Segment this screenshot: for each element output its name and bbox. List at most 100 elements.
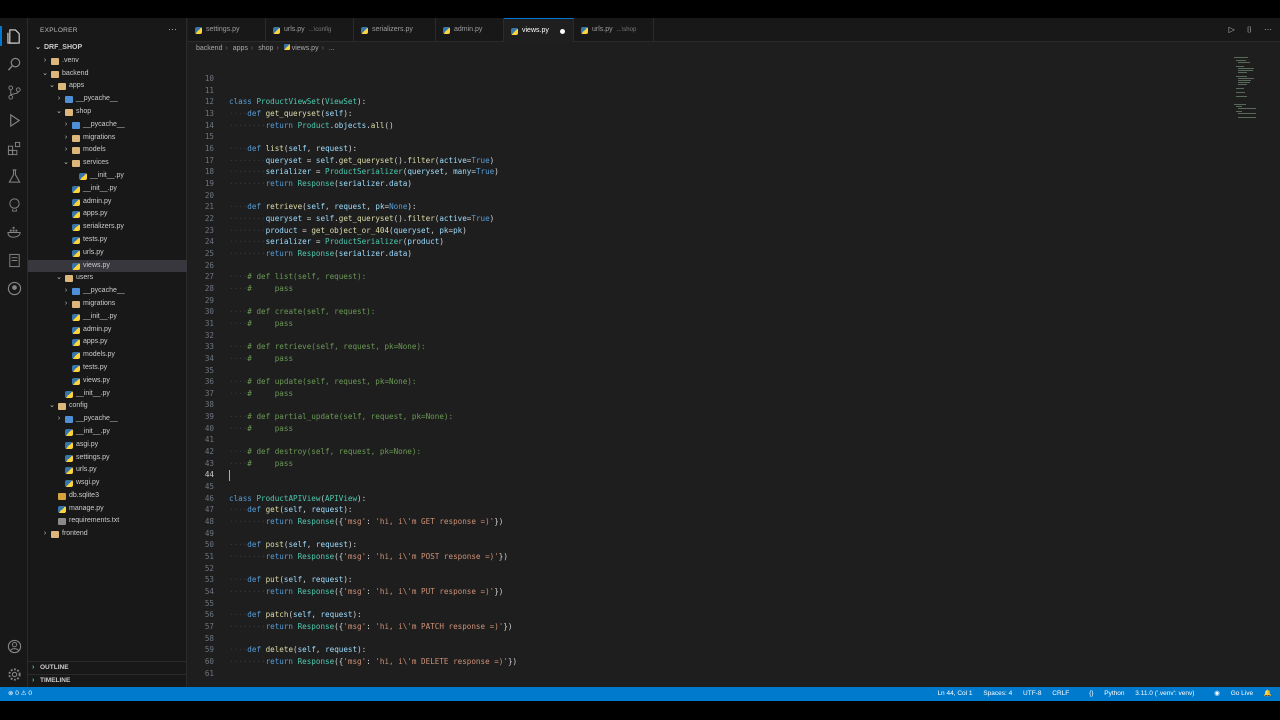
- code-line[interactable]: ········return Response({'msg': 'hi, i\'…: [229, 621, 513, 633]
- tree-folder[interactable]: ⌄ DRF_SHOP: [28, 42, 187, 55]
- code-line[interactable]: ····# def partial_update(self, request, …: [229, 411, 453, 423]
- tree-folder[interactable]: › frontend: [28, 528, 187, 541]
- tree-file[interactable]: tests.py: [28, 234, 187, 247]
- editor-tab[interactable]: urls.py ...\shop: [574, 18, 654, 42]
- tree-file[interactable]: __init__.py: [28, 183, 187, 196]
- problems-indicator[interactable]: ⊗ 0 ⚠ 0: [8, 687, 32, 701]
- code-line[interactable]: ····# pass: [229, 318, 293, 330]
- code-line[interactable]: ········serializer = ProductSerializer(q…: [229, 166, 499, 178]
- tree-folder[interactable]: › __pycache__: [28, 93, 187, 106]
- encoding[interactable]: UTF-8: [1023, 690, 1041, 697]
- tree-file[interactable]: db.sqlite3: [28, 490, 187, 503]
- run-debug-icon[interactable]: [0, 106, 28, 134]
- tree-folder[interactable]: ⌄ users: [28, 272, 187, 285]
- timeline-section[interactable]: › TIMELINE: [28, 674, 187, 687]
- code-line[interactable]: ········queryset = self.get_queryset().f…: [229, 213, 494, 225]
- code-line[interactable]: ····# def retrieve(self, request, pk=Non…: [229, 341, 426, 353]
- tree-file[interactable]: __init__.py: [28, 426, 187, 439]
- tree-file[interactable]: admin.py: [28, 196, 187, 209]
- code-line[interactable]: ········return Product.objects.all(): [229, 120, 394, 132]
- code-line[interactable]: ····# def destroy(self, request, pk=None…: [229, 446, 421, 458]
- code-line[interactable]: ····# def update(self, request, pk=None)…: [229, 376, 416, 388]
- breadcrumb-item[interactable]: shop: [258, 45, 273, 52]
- cursor-position[interactable]: Ln 44, Col 1: [937, 690, 972, 697]
- code-line[interactable]: class ProductViewSet(ViewSet):: [229, 96, 366, 108]
- code-line[interactable]: ····# pass: [229, 423, 293, 435]
- tree-folder[interactable]: › __pycache__: [28, 413, 187, 426]
- code-line[interactable]: ····# pass: [229, 458, 293, 470]
- tree-folder[interactable]: ⌄ backend: [28, 68, 187, 81]
- split-editor-icon[interactable]: ⌷: [1247, 25, 1252, 34]
- tree-file[interactable]: tests.py: [28, 362, 187, 375]
- tree-folder[interactable]: ⌄ apps: [28, 80, 187, 93]
- code-line[interactable]: ····def put(self, request):: [229, 574, 353, 586]
- code-line[interactable]: ····def get_queryset(self):: [229, 108, 353, 120]
- code-line[interactable]: ········return Response({'msg': 'hi, i\'…: [229, 656, 517, 668]
- code-line[interactable]: ····def retrieve(self, request, pk=None)…: [229, 201, 417, 213]
- docker-icon[interactable]: [0, 218, 28, 246]
- tree-file[interactable]: __init__.py: [28, 388, 187, 401]
- settings-gear-icon[interactable]: [0, 660, 28, 688]
- tree-file[interactable]: views.py: [28, 259, 187, 273]
- go-live-button[interactable]: ◉ Go Live: [1205, 690, 1253, 697]
- code-line[interactable]: ····# pass: [229, 283, 293, 295]
- code-line[interactable]: class ProductAPIView(APIView):: [229, 493, 366, 505]
- code-line[interactable]: ····def delete(self, request):: [229, 644, 366, 656]
- outline-section[interactable]: › OUTLINE: [28, 661, 187, 674]
- tree-file[interactable]: apps.py: [28, 336, 187, 349]
- code-line[interactable]: ········queryset = self.get_queryset().f…: [229, 155, 494, 167]
- tree-file[interactable]: serializers.py: [28, 221, 187, 234]
- code-line[interactable]: ····def post(self, request):: [229, 539, 357, 551]
- tree-folder[interactable]: ⌄ shop: [28, 106, 187, 119]
- language-mode[interactable]: {} Python: [1080, 690, 1124, 697]
- tree-folder[interactable]: › models: [28, 144, 187, 157]
- breadcrumb-item[interactable]: ...: [329, 45, 335, 52]
- code-line[interactable]: ········return Response({'msg': 'hi, i\'…: [229, 551, 508, 563]
- code-line[interactable]: ····# pass: [229, 388, 293, 400]
- account-icon[interactable]: [0, 632, 28, 660]
- tree-file[interactable]: manage.py: [28, 503, 187, 516]
- minimap[interactable]: [1232, 55, 1262, 125]
- notifications-icon[interactable]: 🔔: [1264, 690, 1272, 697]
- editor-tab[interactable]: admin.py: [436, 18, 504, 42]
- code-line[interactable]: ····# def create(self, request):: [229, 306, 375, 318]
- source-control-icon[interactable]: [0, 78, 28, 106]
- tree-file[interactable]: urls.py: [28, 247, 187, 260]
- tree-folder[interactable]: › __pycache__: [28, 119, 187, 132]
- tree-file[interactable]: __init__.py: [28, 311, 187, 324]
- breadcrumb-item[interactable]: views.py: [292, 45, 319, 52]
- tree-folder[interactable]: ⌄ services: [28, 157, 187, 170]
- tree-file[interactable]: requirements.txt: [28, 515, 187, 528]
- notebook-icon[interactable]: [0, 246, 28, 274]
- more-actions-icon[interactable]: ···: [168, 24, 177, 34]
- tree-file[interactable]: urls.py: [28, 464, 187, 477]
- tree-file[interactable]: views.py: [28, 375, 187, 388]
- breadcrumb-item[interactable]: backend: [196, 45, 222, 52]
- more-actions-icon[interactable]: ···: [1264, 25, 1272, 34]
- editor-tab[interactable]: serializers.py: [354, 18, 436, 42]
- indentation[interactable]: Spaces: 4: [983, 690, 1012, 697]
- tree-file[interactable]: __init__.py: [28, 170, 187, 183]
- editor-tab[interactable]: settings.py: [188, 18, 266, 42]
- editor-tab[interactable]: views.py: [504, 18, 574, 42]
- code-line[interactable]: ········serializer = ProductSerializer(p…: [229, 236, 444, 248]
- python-interpreter[interactable]: 3.11.0 ('.venv': venv): [1135, 690, 1194, 697]
- tree-folder[interactable]: › .venv: [28, 55, 187, 68]
- code-line[interactable]: ········return Response(serializer.data): [229, 178, 412, 190]
- code-line[interactable]: ········return Response({'msg': 'hi, i\'…: [229, 516, 503, 528]
- code-line[interactable]: ········return Response(serializer.data): [229, 248, 412, 260]
- explorer-icon[interactable]: [0, 22, 28, 50]
- github-icon[interactable]: [0, 274, 28, 302]
- tree-file[interactable]: wsgi.py: [28, 477, 187, 490]
- line-endings[interactable]: CRLF: [1052, 690, 1069, 697]
- code-line[interactable]: ····def list(self, request):: [229, 143, 357, 155]
- code-line[interactable]: ····def patch(self, request):: [229, 609, 362, 621]
- tree-file[interactable]: models.py: [28, 349, 187, 362]
- tree-file[interactable]: apps.py: [28, 208, 187, 221]
- tree-file[interactable]: asgi.py: [28, 439, 187, 452]
- tree-folder[interactable]: › __pycache__: [28, 285, 187, 298]
- extensions-icon[interactable]: [0, 134, 28, 162]
- code-line[interactable]: ····# pass: [229, 353, 293, 365]
- tree-file[interactable]: settings.py: [28, 452, 187, 465]
- code-editor[interactable]: 10 11 12 class ProductViewSet(ViewSet): 13 ··…: [188, 56, 1228, 687]
